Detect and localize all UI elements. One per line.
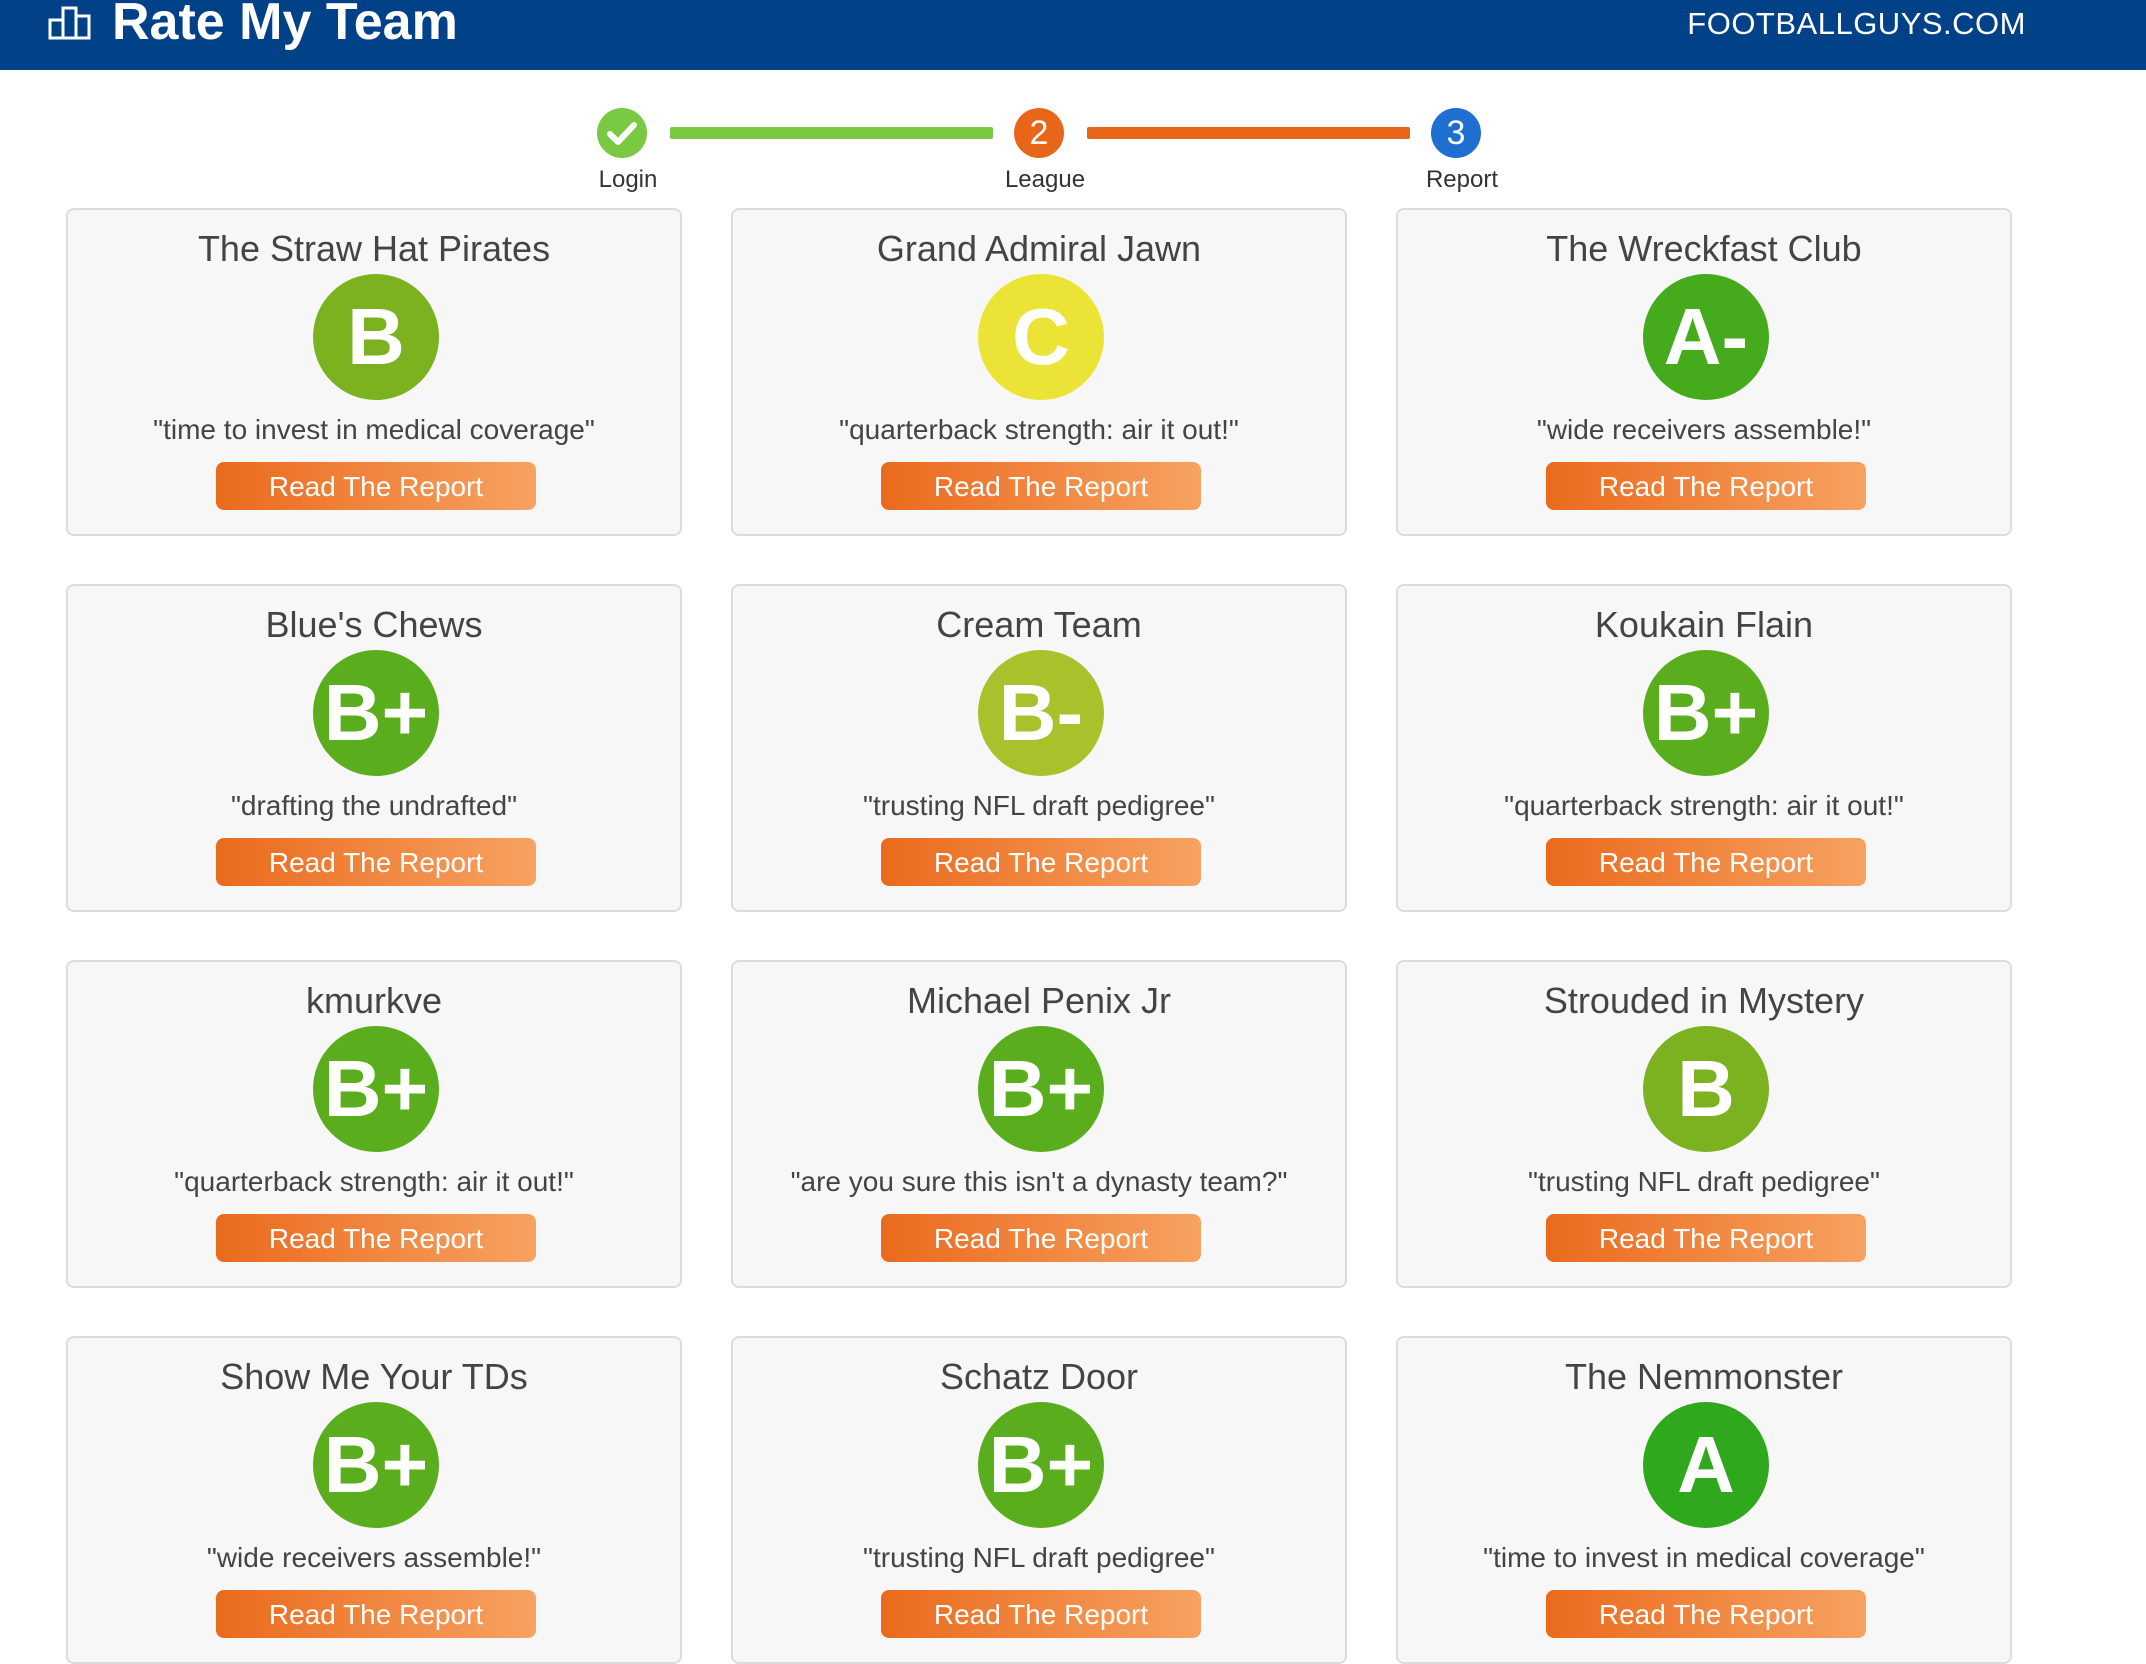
grade-badge: B <box>313 274 439 400</box>
team-quote: "wide receivers assemble!" <box>206 1542 542 1573</box>
team-card: Cream Team B- "trusting NFL draft pedigr… <box>731 584 1347 912</box>
team-name: Cream Team <box>936 604 1142 645</box>
team-name: kmurkve <box>305 980 443 1021</box>
team-grid: The Straw Hat Pirates B "time to invest … <box>0 0 2146 1664</box>
grade-badge: B+ <box>313 1402 439 1528</box>
team-card: Grand Admiral Jawn C "quarterback streng… <box>731 208 1347 536</box>
team-card: The Straw Hat Pirates B "time to invest … <box>66 208 682 536</box>
read-report-button[interactable]: Read The Report <box>216 1590 536 1638</box>
read-report-button[interactable]: Read The Report <box>216 462 536 510</box>
grade-badge: B+ <box>313 650 439 776</box>
read-report-button[interactable]: Read The Report <box>216 838 536 886</box>
read-report-button[interactable]: Read The Report <box>881 838 1201 886</box>
read-report-button[interactable]: Read The Report <box>881 462 1201 510</box>
grade-badge: B+ <box>313 1026 439 1152</box>
team-name: The Straw Hat Pirates <box>197 228 551 269</box>
team-quote: "wide receivers assemble!" <box>1536 414 1872 445</box>
team-card: Schatz Door B+ "trusting NFL draft pedig… <box>731 1336 1347 1664</box>
team-quote: "quarterback strength: air it out!" <box>1504 790 1904 821</box>
team-name: Grand Admiral Jawn <box>876 228 1202 269</box>
team-card: Show Me Your TDs B+ "wide receivers asse… <box>66 1336 682 1664</box>
team-quote: "time to invest in medical coverage" <box>153 414 595 445</box>
team-name: Strouded in Mystery <box>1543 980 1865 1021</box>
grade-badge: A <box>1643 1402 1769 1528</box>
team-quote: "quarterback strength: air it out!" <box>839 414 1239 445</box>
grade-badge: B <box>1643 1026 1769 1152</box>
team-name: The Nemmonster <box>1564 1356 1844 1397</box>
team-quote: "trusting NFL draft pedigree" <box>863 1542 1215 1573</box>
team-quote: "drafting the undrafted" <box>230 790 518 821</box>
team-quote: "quarterback strength: air it out!" <box>174 1166 574 1197</box>
read-report-button[interactable]: Read The Report <box>1546 838 1866 886</box>
team-quote: "time to invest in medical coverage" <box>1483 1542 1925 1573</box>
team-name: Schatz Door <box>939 1356 1139 1397</box>
grade-badge: A- <box>1643 274 1769 400</box>
team-name: Michael Penix Jr <box>906 980 1172 1021</box>
team-quote: "trusting NFL draft pedigree" <box>1528 1166 1880 1197</box>
team-card: Michael Penix Jr B+ "are you sure this i… <box>731 960 1347 1288</box>
team-name: Koukain Flain <box>1594 604 1814 645</box>
team-card: The Nemmonster A "time to invest in medi… <box>1396 1336 2012 1664</box>
team-card: The Wreckfast Club A- "wide receivers as… <box>1396 208 2012 536</box>
read-report-button[interactable]: Read The Report <box>881 1214 1201 1262</box>
read-report-button[interactable]: Read The Report <box>1546 1214 1866 1262</box>
team-name: Blue's Chews <box>265 604 483 645</box>
grade-badge: B+ <box>978 1026 1104 1152</box>
grade-badge: B+ <box>1643 650 1769 776</box>
read-report-button[interactable]: Read The Report <box>216 1214 536 1262</box>
team-quote: "are you sure this isn't a dynasty team?… <box>790 1166 1288 1197</box>
team-card: Blue's Chews B+ "drafting the undrafted"… <box>66 584 682 912</box>
team-name: The Wreckfast Club <box>1546 228 1862 269</box>
team-card: kmurkve B+ "quarterback strength: air it… <box>66 960 682 1288</box>
team-quote: "trusting NFL draft pedigree" <box>863 790 1215 821</box>
team-card: Koukain Flain B+ "quarterback strength: … <box>1396 584 2012 912</box>
grade-badge: B+ <box>978 1402 1104 1528</box>
read-report-button[interactable]: Read The Report <box>1546 462 1866 510</box>
team-card: Strouded in Mystery B "trusting NFL draf… <box>1396 960 2012 1288</box>
team-name: Show Me Your TDs <box>220 1356 528 1397</box>
grade-badge: C <box>978 274 1104 400</box>
read-report-button[interactable]: Read The Report <box>881 1590 1201 1638</box>
read-report-button[interactable]: Read The Report <box>1546 1590 1866 1638</box>
grade-badge: B- <box>978 650 1104 776</box>
